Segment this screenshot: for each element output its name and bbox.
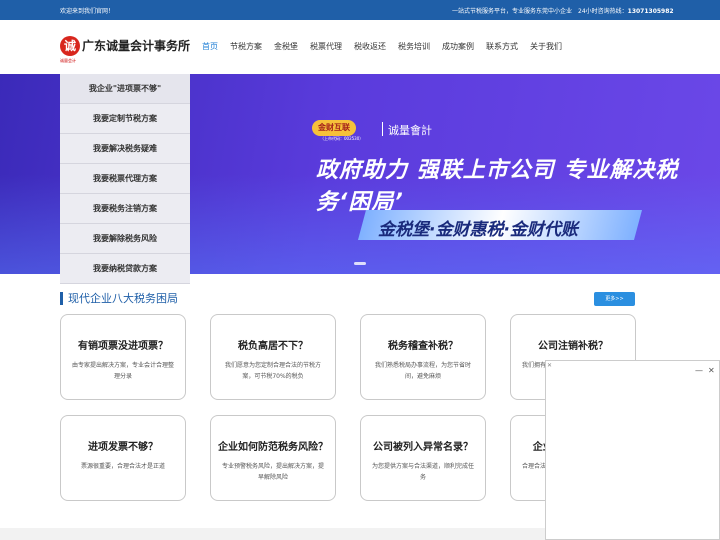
nav-tax-fort[interactable]: 金税堡 — [274, 41, 298, 52]
card-title: 税务稽查补税？ — [388, 341, 458, 352]
sidebar-item-loan[interactable]: 我要纳税贷款方案 — [60, 254, 190, 284]
card-desc: 我们愿意为您定制合理合法的节税方案，可节税70%的税负 — [224, 362, 321, 380]
problem-card[interactable]: 税务稽查补税？ 我们熟悉税局办事流程，为您节省时间，避免麻烦 — [360, 314, 486, 400]
nav-tax-plan[interactable]: 节税方案 — [230, 41, 262, 52]
nav-about[interactable]: 关于我们 — [530, 41, 562, 52]
chat-popup[interactable]: ✕ — ✕ — [545, 360, 720, 540]
slogan-text: 一站式节税服务平台，专业服务东莞中小企业 — [452, 8, 573, 15]
main-nav: 首页 节税方案 金税堡 税票代理 税收返还 税务培训 成功案例 联系方式 关于我… — [196, 41, 568, 52]
welcome-text: 欢迎来到我们官网！ — [60, 8, 115, 15]
nav-home[interactable]: 首页 — [202, 41, 218, 52]
nav-tax-rebate[interactable]: 税收返还 — [354, 41, 386, 52]
card-title: 公司注销补税？ — [538, 341, 608, 352]
logo-subtext: 诚量会计 — [60, 58, 76, 63]
sidebar-item-tax-issue[interactable]: 我要解决税务疑难 — [60, 134, 190, 164]
nav-invoice-agent[interactable]: 税票代理 — [310, 41, 342, 52]
service-sidebar: 我企业"进项票不够" 我要定制节税方案 我要解决税务疑难 我要税票代理方案 我要… — [60, 74, 190, 284]
problem-card[interactable]: 企业如何防范税务风险？ 专业预警税务风险，提出解决方案，提早解除风险 — [210, 415, 336, 501]
banner-headline: 政府助力 强联上市公司 专业解决税务‘困局’ — [316, 158, 679, 215]
partner-badge: 金财互联 — [312, 120, 356, 136]
card-desc: 由专家提出解决方案，专业会计合理整理分录 — [71, 362, 174, 380]
hotline-number[interactable]: 13071305982 — [628, 8, 674, 15]
carousel-indicator[interactable] — [354, 262, 366, 265]
nav-contact[interactable]: 联系方式 — [486, 41, 518, 52]
card-title: 进项发票不够？ — [88, 442, 158, 453]
footer-strip — [0, 528, 545, 540]
card-title: 有销项票没进项票？ — [78, 341, 168, 352]
sidebar-item-deregistration[interactable]: 我要税务注销方案 — [60, 194, 190, 224]
sidebar-item-invoice-agent[interactable]: 我要税票代理方案 — [60, 164, 190, 194]
problem-card[interactable]: 有销项票没进项票？ 由专家提出解决方案，专业会计合理整理分录 — [60, 314, 186, 400]
sidebar-item-risk[interactable]: 我要解除税务风险 — [60, 224, 190, 254]
nav-cases[interactable]: 成功案例 — [442, 41, 474, 52]
card-title: 企业如何防范税务风险？ — [218, 442, 328, 453]
card-title: 税负高居不下？ — [238, 341, 308, 352]
close-icon[interactable]: ✕ — [708, 366, 715, 375]
card-title: 公司被列入异常名录？ — [373, 442, 473, 453]
banner-divider — [382, 122, 383, 136]
site-header: 诚 诚量会计 广东诚量会计事务所 首页 节税方案 金税堡 税票代理 税收返还 税… — [0, 20, 720, 74]
problem-card[interactable]: 公司被列入异常名录？ 为您提供方案与合法渠道，顺利完成任务 — [360, 415, 486, 501]
sidebar-item-input-invoice[interactable]: 我企业"进项票不够" — [60, 74, 190, 104]
top-bar: 欢迎来到我们官网！ 一站式节税服务平台，专业服务东莞中小企业 24小时咨询热线：… — [0, 0, 720, 20]
section-title: 现代企业八大税务困局 — [60, 292, 178, 305]
logo-icon[interactable]: 诚 — [60, 36, 80, 56]
nav-tax-training[interactable]: 税务培训 — [398, 41, 430, 52]
card-desc: 票源很重要，合理合法才是正道 — [80, 463, 165, 470]
card-desc: 我们熟悉税局办事流程，为您节省时间，避免麻烦 — [374, 362, 471, 380]
stock-code: （上市代码：002530） — [320, 136, 364, 141]
hotline: 24小时咨询热线：13071305982 — [578, 6, 674, 15]
hotline-label: 24小时咨询热线： — [578, 8, 628, 15]
problem-card[interactable]: 税负高居不下？ 我们愿意为您定制合理合法的节税方案，可节税70%的税负 — [210, 314, 336, 400]
partner-name: 诚量會計 — [388, 124, 432, 137]
card-desc: 为您提供方案与合法渠道，顺利完成任务 — [371, 463, 474, 481]
popup-close-small-icon[interactable]: ✕ — [547, 362, 552, 369]
minimize-icon[interactable]: — — [695, 366, 703, 375]
brand-name[interactable]: 广东诚量会计事务所 — [82, 37, 190, 54]
banner-subtitle: 金税堡·金财惠税·金财代账 — [378, 220, 578, 240]
problem-card[interactable]: 进项发票不够？ 票源很重要，合理合法才是正道 — [60, 415, 186, 501]
sidebar-item-tax-plan[interactable]: 我要定制节税方案 — [60, 104, 190, 134]
more-button[interactable]: 更多>> — [594, 292, 635, 306]
card-desc: 专业预警税务风险，提出解决方案，提早解除风险 — [221, 463, 324, 481]
